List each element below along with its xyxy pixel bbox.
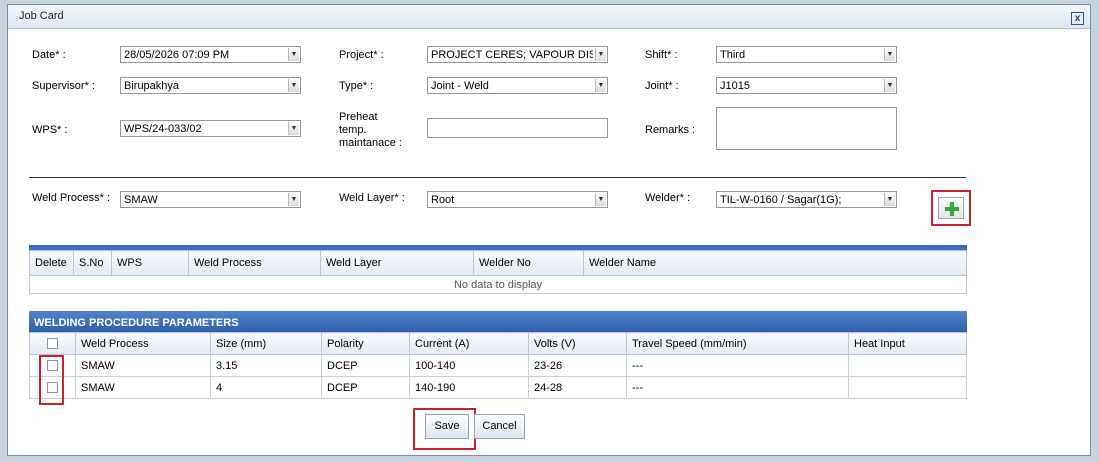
supervisor-dropdown[interactable]: Birupakhya ▼ xyxy=(120,77,301,94)
close-icon[interactable]: x xyxy=(1071,12,1084,25)
welder-value: TIL-W-0160 / Sagar(1G); xyxy=(720,194,842,206)
cell-volts: 24-28 xyxy=(528,376,627,399)
col-welder-name[interactable]: Welder Name xyxy=(583,250,967,276)
weld-layer-value: Root xyxy=(431,194,455,206)
date-value: 28/05/2026 07:09 PM xyxy=(124,49,230,61)
table-row: SMAW 4 DCEP 140-190 24-28 --- xyxy=(29,376,967,399)
date-label: Date* : xyxy=(32,49,66,61)
welder-label: Welder* : xyxy=(645,192,691,204)
cell-current: 140-190 xyxy=(409,376,529,399)
cancel-button[interactable]: Cancel xyxy=(474,414,525,439)
project-dropdown[interactable]: PROJECT CERES; VAPOUR DISENG ▼ xyxy=(427,46,608,63)
chevron-down-icon[interactable]: ▼ xyxy=(884,193,895,206)
select-all-checkbox[interactable] xyxy=(47,338,58,350)
col-sno[interactable]: S.No xyxy=(73,250,112,276)
preheat-label-line3: maintanace : xyxy=(339,137,402,149)
date-picker[interactable]: 28/05/2026 07:09 PM ▼ xyxy=(120,46,301,63)
col-weld-process[interactable]: Weld Process xyxy=(188,250,321,276)
checkbox-highlight xyxy=(39,355,64,405)
col-current[interactable]: Current (A) xyxy=(409,332,529,355)
col-travel-speed[interactable]: Travel Speed (mm/min) xyxy=(626,332,849,355)
save-button[interactable]: Save xyxy=(425,414,469,439)
chevron-down-icon[interactable]: ▼ xyxy=(595,48,606,61)
wps-dropdown[interactable]: WPS/24-033/02 ▼ xyxy=(120,120,301,137)
weld-process-label: Weld Process* : xyxy=(32,192,111,204)
params-grid-header: Weld Process Size (mm) Polarity Current … xyxy=(29,332,967,355)
add-welder-button[interactable] xyxy=(938,197,964,219)
cell-polarity: DCEP xyxy=(321,376,410,399)
weld-layer-dropdown[interactable]: Root ▼ xyxy=(427,191,608,208)
empty-message: No data to display xyxy=(29,275,967,294)
col-welder-no[interactable]: Welder No xyxy=(473,250,584,276)
dialog-title: Job Card xyxy=(19,10,64,22)
cell-polarity: DCEP xyxy=(321,354,410,377)
col-delete[interactable]: Delete xyxy=(29,250,74,276)
cell-volts: 23-26 xyxy=(528,354,627,377)
cell-process: SMAW xyxy=(75,354,211,377)
cell-speed: --- xyxy=(626,354,849,377)
cell-current: 100-140 xyxy=(409,354,529,377)
job-card-dialog: Job Card x Date* : 28/05/2026 07:09 PM ▼… xyxy=(7,4,1091,456)
col-weld-layer[interactable]: Weld Layer xyxy=(320,250,474,276)
cell-size: 3.15 xyxy=(210,354,322,377)
wps-value: WPS/24-033/02 xyxy=(124,123,202,135)
chevron-down-icon[interactable]: ▼ xyxy=(288,193,299,206)
joint-dropdown[interactable]: J1015 ▼ xyxy=(716,77,897,94)
welder-dropdown[interactable]: TIL-W-0160 / Sagar(1G); ▼ xyxy=(716,191,897,208)
preheat-input[interactable] xyxy=(427,118,608,138)
type-label: Type* : xyxy=(339,80,374,92)
col-wps[interactable]: WPS xyxy=(111,250,189,276)
supervisor-label: Supervisor* : xyxy=(32,80,95,92)
add-welder-highlight xyxy=(931,190,971,226)
dialog-titlebar: Job Card x xyxy=(8,5,1090,29)
cell-heat xyxy=(848,354,967,377)
section-divider xyxy=(29,177,966,178)
shift-label: Shift* : xyxy=(645,49,678,61)
remarks-label: Remarks : xyxy=(645,124,696,136)
cell-process: SMAW xyxy=(75,376,211,399)
col-polarity[interactable]: Polarity xyxy=(321,332,410,355)
type-dropdown[interactable]: Joint - Weld ▼ xyxy=(427,77,608,94)
supervisor-value: Birupakhya xyxy=(124,80,180,92)
welder-grid: Delete S.No WPS Weld Process Weld Layer … xyxy=(29,245,967,294)
weld-process-value: SMAW xyxy=(124,194,158,206)
weld-process-dropdown[interactable]: SMAW ▼ xyxy=(120,191,301,208)
shift-value: Third xyxy=(720,49,746,61)
project-label: Project* : xyxy=(339,49,384,61)
chevron-down-icon[interactable]: ▼ xyxy=(288,48,299,61)
cell-size: 4 xyxy=(210,376,322,399)
project-value: PROJECT CERES; VAPOUR DISENG xyxy=(431,49,593,61)
chevron-down-icon[interactable]: ▼ xyxy=(884,79,895,92)
table-row: No data to display xyxy=(29,275,967,294)
preheat-label-line2: temp. xyxy=(339,124,367,136)
chevron-down-icon[interactable]: ▼ xyxy=(288,79,299,92)
remarks-textarea[interactable] xyxy=(716,107,897,150)
chevron-down-icon[interactable]: ▼ xyxy=(595,193,606,206)
shift-dropdown[interactable]: Third ▼ xyxy=(716,46,897,63)
wps-label: WPS* : xyxy=(32,124,68,136)
chevron-down-icon[interactable]: ▼ xyxy=(595,79,606,92)
chevron-down-icon[interactable]: ▼ xyxy=(288,122,299,135)
weld-layer-label: Weld Layer* : xyxy=(339,192,405,204)
preheat-label-line1: Preheat xyxy=(339,111,378,123)
chevron-down-icon[interactable]: ▼ xyxy=(884,48,895,61)
col-size[interactable]: Size (mm) xyxy=(210,332,322,355)
plus-icon xyxy=(945,202,959,216)
select-all-cell xyxy=(29,332,76,355)
params-grid: WELDING PROCEDURE PARAMETERS Weld Proces… xyxy=(29,311,967,399)
welder-grid-header: Delete S.No WPS Weld Process Weld Layer … xyxy=(29,250,967,276)
params-grid-title: WELDING PROCEDURE PARAMETERS xyxy=(29,311,967,332)
col-volts[interactable]: Volts (V) xyxy=(528,332,627,355)
joint-label: Joint* : xyxy=(645,80,679,92)
cell-speed: --- xyxy=(626,376,849,399)
type-value: Joint - Weld xyxy=(431,80,489,92)
cell-heat xyxy=(848,376,967,399)
joint-value: J1015 xyxy=(720,80,750,92)
table-row: SMAW 3.15 DCEP 100-140 23-26 --- xyxy=(29,354,967,377)
col-weld-process[interactable]: Weld Process xyxy=(75,332,211,355)
col-heat-input[interactable]: Heat Input xyxy=(848,332,967,355)
